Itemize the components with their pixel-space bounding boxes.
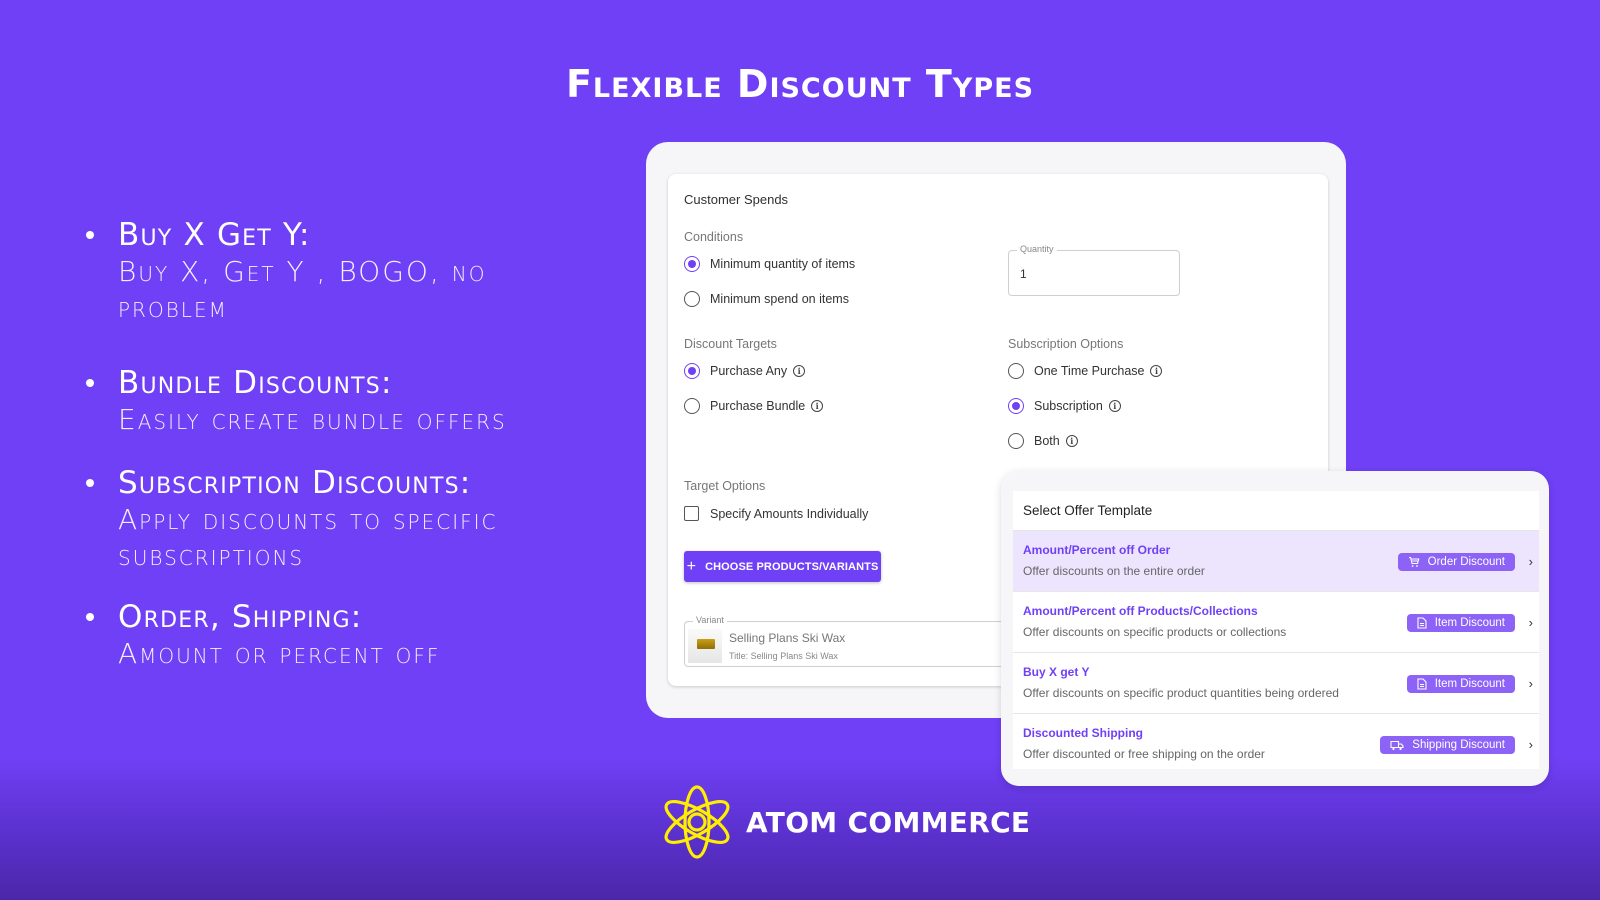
- radio-button[interactable]: [684, 291, 700, 307]
- info-icon[interactable]: i: [1150, 365, 1163, 377]
- badge-label: Item Discount: [1434, 617, 1505, 629]
- radio-button-selected[interactable]: [684, 256, 700, 272]
- product-thumbnail: [688, 629, 722, 663]
- feature-text: Apply discounts to specific subscription…: [118, 503, 498, 572]
- feature-text: Amount or percent off: [118, 637, 441, 670]
- document-icon: [1417, 617, 1427, 629]
- feature-heading: Order, Shipping:: [118, 599, 363, 635]
- shipping-discount-badge: Shipping Discount: [1380, 736, 1515, 754]
- radio-label: One Time Purchase: [1034, 364, 1145, 378]
- bullet-dot: [86, 479, 94, 487]
- radio-purchase-any[interactable]: Purchase Any i: [684, 363, 806, 379]
- radio-label: Purchase Bundle: [710, 399, 806, 413]
- slide-title: Flexible Discount Types: [565, 62, 1035, 106]
- quantity-value[interactable]: 1: [1020, 267, 1027, 281]
- conditions-label: Conditions: [684, 230, 744, 244]
- radio-button-selected[interactable]: [684, 363, 700, 379]
- bullet-dot: [86, 231, 94, 239]
- offer-item-order[interactable]: Amount/Percent off Order Offer discounts…: [1013, 531, 1539, 592]
- truck-icon: [1390, 740, 1404, 750]
- radio-subscription[interactable]: Subscription i: [1008, 398, 1121, 414]
- chevron-right-icon: ›: [1528, 737, 1533, 752]
- offer-template-title: Select Offer Template: [1013, 491, 1539, 531]
- feature-list: Buy X Get Y: Buy X, Get Y , BOGO, no pro…: [84, 216, 584, 710]
- variant-field[interactable]: Variant Selling Plans Ski Wax Title: Sel…: [684, 615, 1014, 667]
- target-options-label: Target Options: [684, 479, 766, 493]
- choose-products-label: CHOOSE PRODUCTS/VARIANTS: [705, 560, 879, 573]
- info-icon[interactable]: i: [1065, 435, 1078, 447]
- bullet-dot: [86, 613, 94, 621]
- item-discount-badge: Item Discount: [1406, 614, 1515, 632]
- quantity-label: Quantity: [1017, 244, 1057, 254]
- bullet-dot: [86, 379, 94, 387]
- subscription-options-label: Subscription Options: [1008, 337, 1124, 351]
- specify-amounts-checkbox[interactable]: [684, 506, 699, 521]
- feature-item: Subscription Discounts: Apply discounts …: [84, 464, 584, 574]
- cart-icon: [1408, 556, 1420, 567]
- radio-minimum-spend[interactable]: Minimum spend on items: [684, 291, 849, 307]
- radio-label: Both: [1034, 434, 1060, 448]
- radio-label: Minimum quantity of items: [710, 257, 856, 271]
- chevron-right-icon: ›: [1528, 676, 1533, 691]
- radio-purchase-bundle[interactable]: Purchase Bundle i: [684, 398, 824, 414]
- radio-button[interactable]: [684, 398, 700, 414]
- radio-label: Purchase Any: [710, 364, 788, 378]
- checkbox-label: Specify Amounts Individually: [710, 506, 869, 521]
- radio-button[interactable]: [1008, 363, 1024, 379]
- feature-item: Order, Shipping: Amount or percent off: [84, 598, 584, 672]
- chevron-right-icon: ›: [1528, 615, 1533, 630]
- info-icon[interactable]: i: [793, 365, 806, 377]
- offer-template-window: Select Offer Template Amount/Percent off…: [1001, 471, 1549, 786]
- radio-minimum-quantity[interactable]: Minimum quantity of items: [684, 256, 855, 272]
- item-discount-badge: Item Discount: [1406, 675, 1515, 693]
- offer-template-panel: Select Offer Template Amount/Percent off…: [1013, 491, 1539, 769]
- offer-item-buy-x-get-y[interactable]: Buy X get Y Offer discounts on specific …: [1013, 653, 1539, 714]
- radio-button[interactable]: [1008, 433, 1024, 449]
- info-icon[interactable]: i: [1108, 400, 1121, 412]
- badge-label: Shipping Discount: [1412, 739, 1505, 751]
- radio-label: Minimum spend on items: [710, 292, 849, 306]
- info-icon[interactable]: i: [811, 400, 824, 412]
- variant-subtitle: Title: Selling Plans Ski Wax: [729, 651, 838, 661]
- feature-heading: Subscription Discounts:: [118, 465, 472, 501]
- specify-amounts-checkbox-row[interactable]: Specify Amounts Individually: [684, 506, 868, 521]
- radio-label: Subscription: [1034, 399, 1103, 413]
- radio-one-time-purchase[interactable]: One Time Purchase i: [1008, 363, 1163, 379]
- card-title: Customer Spends: [684, 192, 789, 207]
- chevron-right-icon: ›: [1528, 554, 1533, 569]
- badge-label: Order Discount: [1427, 556, 1505, 568]
- offer-item-products[interactable]: Amount/Percent off Products/Collections …: [1013, 592, 1539, 653]
- atom-icon: [664, 785, 730, 859]
- radio-both[interactable]: Both i: [1008, 433, 1078, 449]
- brand-logo: ATOM COMMERCE: [662, 784, 1030, 860]
- discount-targets-label: Discount Targets: [684, 337, 777, 351]
- badge-label: Item Discount: [1434, 678, 1505, 690]
- feature-heading: Bundle Discounts:: [118, 365, 393, 401]
- order-discount-badge: Order Discount: [1397, 553, 1515, 571]
- quantity-input[interactable]: Quantity 1: [1008, 244, 1180, 296]
- variant-name: Selling Plans Ski Wax: [729, 631, 846, 645]
- feature-item: Buy X Get Y: Buy X, Get Y , BOGO, no pro…: [84, 216, 584, 326]
- feature-text: Easily create bundle offers: [118, 403, 507, 436]
- plus-icon: +: [686, 557, 697, 575]
- brand-name: ATOM COMMERCE: [746, 805, 1031, 839]
- choose-products-button[interactable]: + CHOOSE PRODUCTS/VARIANTS: [684, 551, 881, 582]
- feature-text: Buy X, Get Y , BOGO, no problem: [118, 255, 487, 324]
- radio-button-selected[interactable]: [1008, 398, 1024, 414]
- feature-heading: Buy X Get Y:: [118, 217, 311, 253]
- document-icon: [1417, 678, 1427, 690]
- offer-item-shipping[interactable]: Discounted Shipping Offer discounted or …: [1013, 714, 1539, 775]
- variant-label: Variant: [693, 615, 727, 625]
- feature-item: Bundle Discounts: Easily create bundle o…: [84, 364, 584, 438]
